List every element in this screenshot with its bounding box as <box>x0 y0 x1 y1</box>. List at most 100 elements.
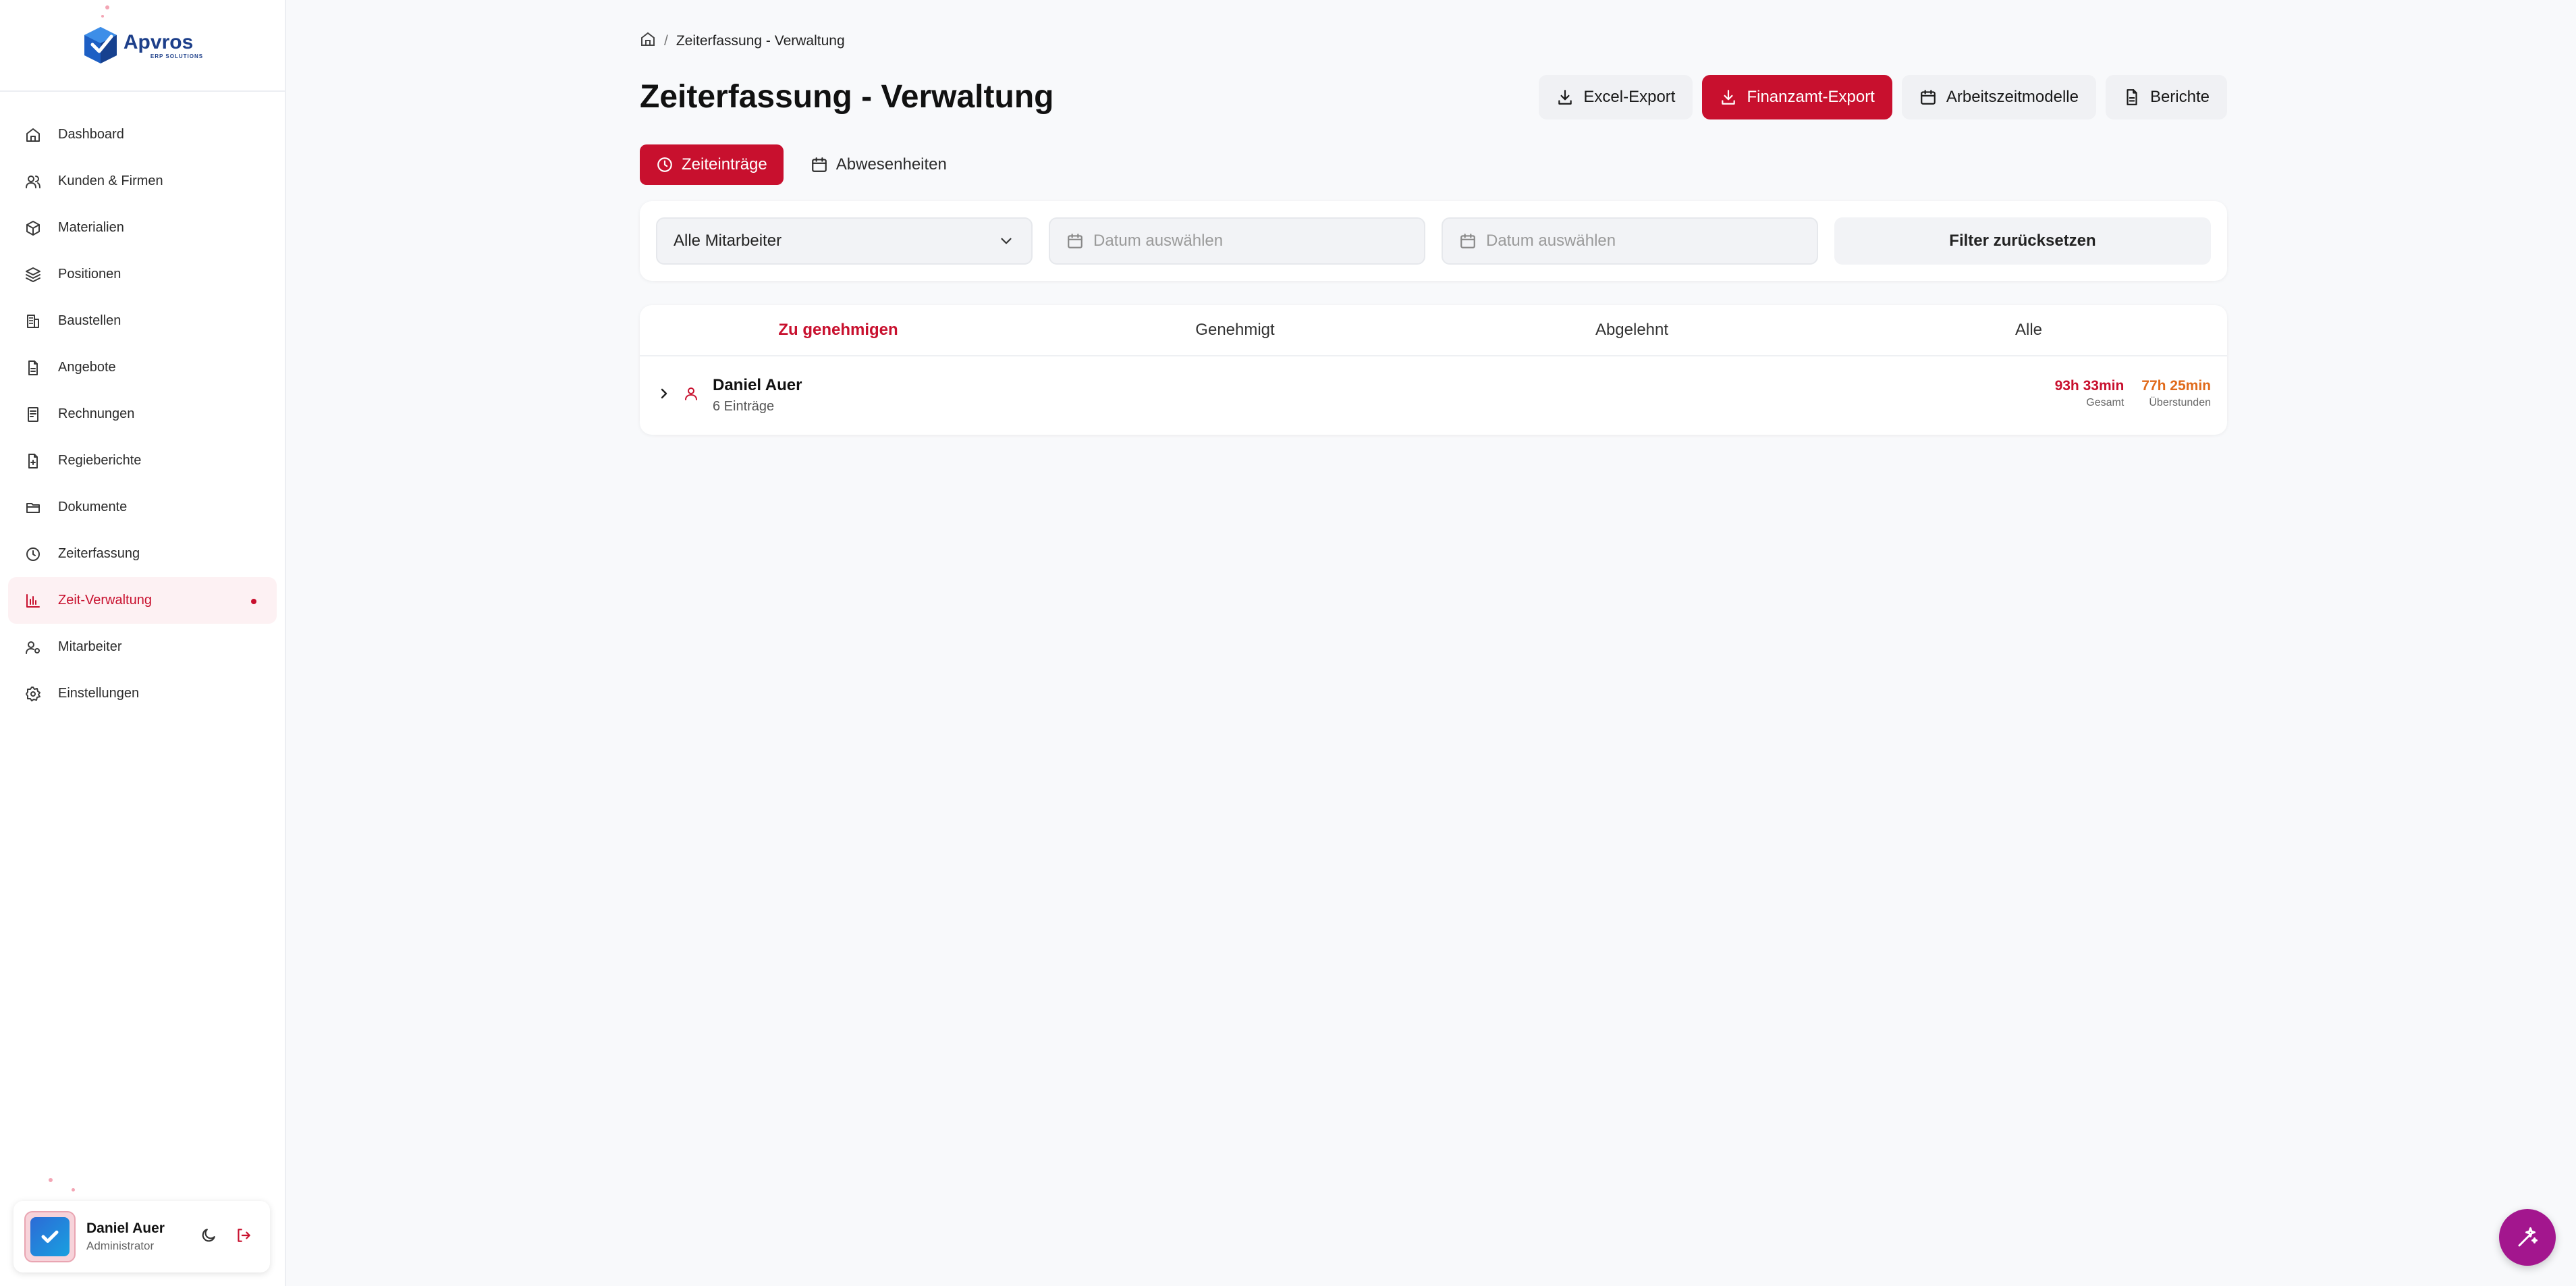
tab-zeiteintraege[interactable]: Zeiteinträge <box>640 144 784 185</box>
sidebar-item-label: Rechnungen <box>58 406 135 421</box>
sidebar-item-label: Materialien <box>58 220 124 235</box>
reset-filter-label: Filter zurücksetzen <box>1949 232 2096 250</box>
sidebar-item-positionen[interactable]: Positionen <box>0 251 285 298</box>
receipt-icon <box>24 406 42 423</box>
chevron-down-icon <box>1001 238 1012 244</box>
logo-cube-icon <box>82 24 119 66</box>
calendar-icon <box>1921 90 1936 105</box>
file-report-icon <box>24 452 42 470</box>
chevron-right-icon <box>661 388 667 398</box>
file-text-icon <box>2127 89 2137 105</box>
clock-icon <box>657 157 672 172</box>
logo-subtitle: ERP SOLUTIONS <box>150 53 204 59</box>
breadcrumb: / Zeiterfassung - Verwaltung <box>640 31 845 51</box>
building-icon <box>24 313 42 330</box>
breadcrumb-current: Zeiterfassung - Verwaltung <box>676 33 845 49</box>
employee-name: Daniel Auer <box>713 375 802 394</box>
sidebar-item-label: Kunden & Firmen <box>58 173 163 188</box>
logout-button[interactable] <box>235 1227 252 1248</box>
download-icon <box>1558 90 1572 105</box>
date-to-input[interactable]: Datum auswählen <box>1442 217 1818 265</box>
total-label: Gesamt <box>2086 397 2125 408</box>
sidebar-item-mitarbeiter[interactable]: Mitarbeiter <box>0 624 285 670</box>
date-from-input[interactable]: Datum auswählen <box>1049 217 1425 265</box>
sidebar-item-materialien[interactable]: Materialien <box>0 205 285 251</box>
sidebar-item-kunden[interactable]: Kunden & Firmen <box>0 158 285 205</box>
chart-bars-icon <box>24 592 42 610</box>
status-tab-approved[interactable]: Genehmigt <box>1037 305 1433 355</box>
expand-chevron[interactable] <box>656 385 672 405</box>
folder-icon <box>24 499 42 516</box>
calendar-icon <box>1068 234 1083 248</box>
download-icon <box>1722 90 1736 105</box>
sidebar-item-dashboard[interactable]: Dashboard <box>0 111 285 158</box>
sidebar-item-label: Angebote <box>58 360 116 375</box>
berichte-button[interactable]: Berichte <box>2105 75 2227 119</box>
arbeitszeitmodelle-button[interactable]: Arbeitszeitmodelle <box>1901 75 2096 119</box>
package-icon <box>24 219 42 237</box>
sidebar-item-zeit-verwaltung[interactable]: Zeit-Verwaltung <box>8 577 277 624</box>
tab-label: Zeiteinträge <box>682 155 767 173</box>
status-tab-pending[interactable]: Zu genehmigen <box>640 305 1037 355</box>
sidebar-item-label: Baustellen <box>58 313 121 328</box>
finanzamt-export-button[interactable]: Finanzamt-Export <box>1702 75 1892 119</box>
sparkle-decoration <box>101 15 104 18</box>
sidebar-item-label: Dokumente <box>58 500 128 514</box>
sidebar-item-angebote[interactable]: Angebote <box>0 344 285 391</box>
breadcrumb-home[interactable] <box>640 31 656 51</box>
employee-row[interactable]: Daniel Auer 6 Einträge 93h 33min Gesamt … <box>640 356 2227 433</box>
tab-label: Abwesenheiten <box>835 155 947 173</box>
active-indicator-dot <box>251 599 256 604</box>
sidebar-item-einstellungen[interactable]: Einstellungen <box>0 670 285 717</box>
total-stat: 93h 33min Gesamt <box>2055 378 2125 409</box>
filter-card: Alle Mitarbeiter Datum auswählen Datum a… <box>640 201 2227 281</box>
tab-abwesenheiten[interactable]: Abwesenheiten <box>794 144 963 185</box>
user-cog-icon <box>24 639 42 656</box>
app-logo[interactable]: Apvros ERP SOLUTIONS <box>82 24 203 66</box>
avatar[interactable] <box>24 1211 76 1262</box>
user-card: Daniel Auer Administrator <box>13 1201 270 1272</box>
time-entries-card: Zu genehmigen Genehmigt Abgelehnt Alle D… <box>640 305 2227 435</box>
sidebar-item-rechnungen[interactable]: Rechnungen <box>0 391 285 437</box>
sparkle-decoration <box>49 1178 53 1182</box>
calendar-icon <box>811 157 827 172</box>
dark-mode-toggle[interactable] <box>200 1227 217 1248</box>
sidebar-item-regieberichte[interactable]: Regieberichte <box>0 437 285 484</box>
sidebar-item-label: Regieberichte <box>58 453 142 468</box>
sidebar-item-baustellen[interactable]: Baustellen <box>0 298 285 344</box>
overtime-stat: 77h 25min Überstunden <box>2141 378 2211 409</box>
gear-icon <box>24 685 42 703</box>
excel-export-button[interactable]: Excel-Export <box>1539 75 1693 119</box>
sidebar-item-label: Positionen <box>58 267 121 282</box>
sidebar-item-label: Dashboard <box>58 127 124 142</box>
total-hours: 93h 33min <box>2054 378 2125 394</box>
user-name: Daniel Auer <box>86 1221 165 1236</box>
employee-select[interactable]: Alle Mitarbeiter <box>656 217 1033 265</box>
calendar-icon <box>1460 234 1475 248</box>
moon-icon <box>202 1228 215 1241</box>
logout-icon <box>238 1228 250 1242</box>
layers-icon <box>24 266 42 284</box>
logo-area: Apvros ERP SOLUTIONS <box>0 0 285 92</box>
berichte-label: Berichte <box>2149 88 2210 106</box>
finanzamt-export-label: Finanzamt-Export <box>1747 88 1875 106</box>
sparkle-decoration <box>105 5 109 9</box>
sidebar-item-zeiterfassung[interactable]: Zeiterfassung <box>0 531 285 577</box>
clock-icon <box>24 545 42 563</box>
sidebar-item-label: Zeiterfassung <box>58 546 140 561</box>
ai-assistant-button[interactable] <box>2499 1209 2556 1266</box>
status-tabs: Zu genehmigen Genehmigt Abgelehnt Alle <box>640 305 2227 356</box>
employee-entry-count: 6 Einträge <box>713 398 775 414</box>
sparkle-decoration <box>72 1188 75 1191</box>
logo-name: Apvros <box>123 30 194 53</box>
employee-select-value: Alle Mitarbeiter <box>674 232 782 250</box>
overtime-hours: 77h 25min <box>2141 378 2211 394</box>
sidebar-item-dokumente[interactable]: Dokumente <box>0 484 285 531</box>
sidebar-item-label: Zeit-Verwaltung <box>58 593 152 608</box>
status-tab-all[interactable]: Alle <box>1830 305 2227 355</box>
users-icon <box>24 173 42 190</box>
sidebar: Apvros ERP SOLUTIONS Dashboard Kunden & … <box>0 0 286 1286</box>
sidebar-item-label: Einstellungen <box>58 686 140 701</box>
reset-filter-button[interactable]: Filter zurücksetzen <box>1834 217 2211 265</box>
status-tab-rejected[interactable]: Abgelehnt <box>1433 305 1830 355</box>
